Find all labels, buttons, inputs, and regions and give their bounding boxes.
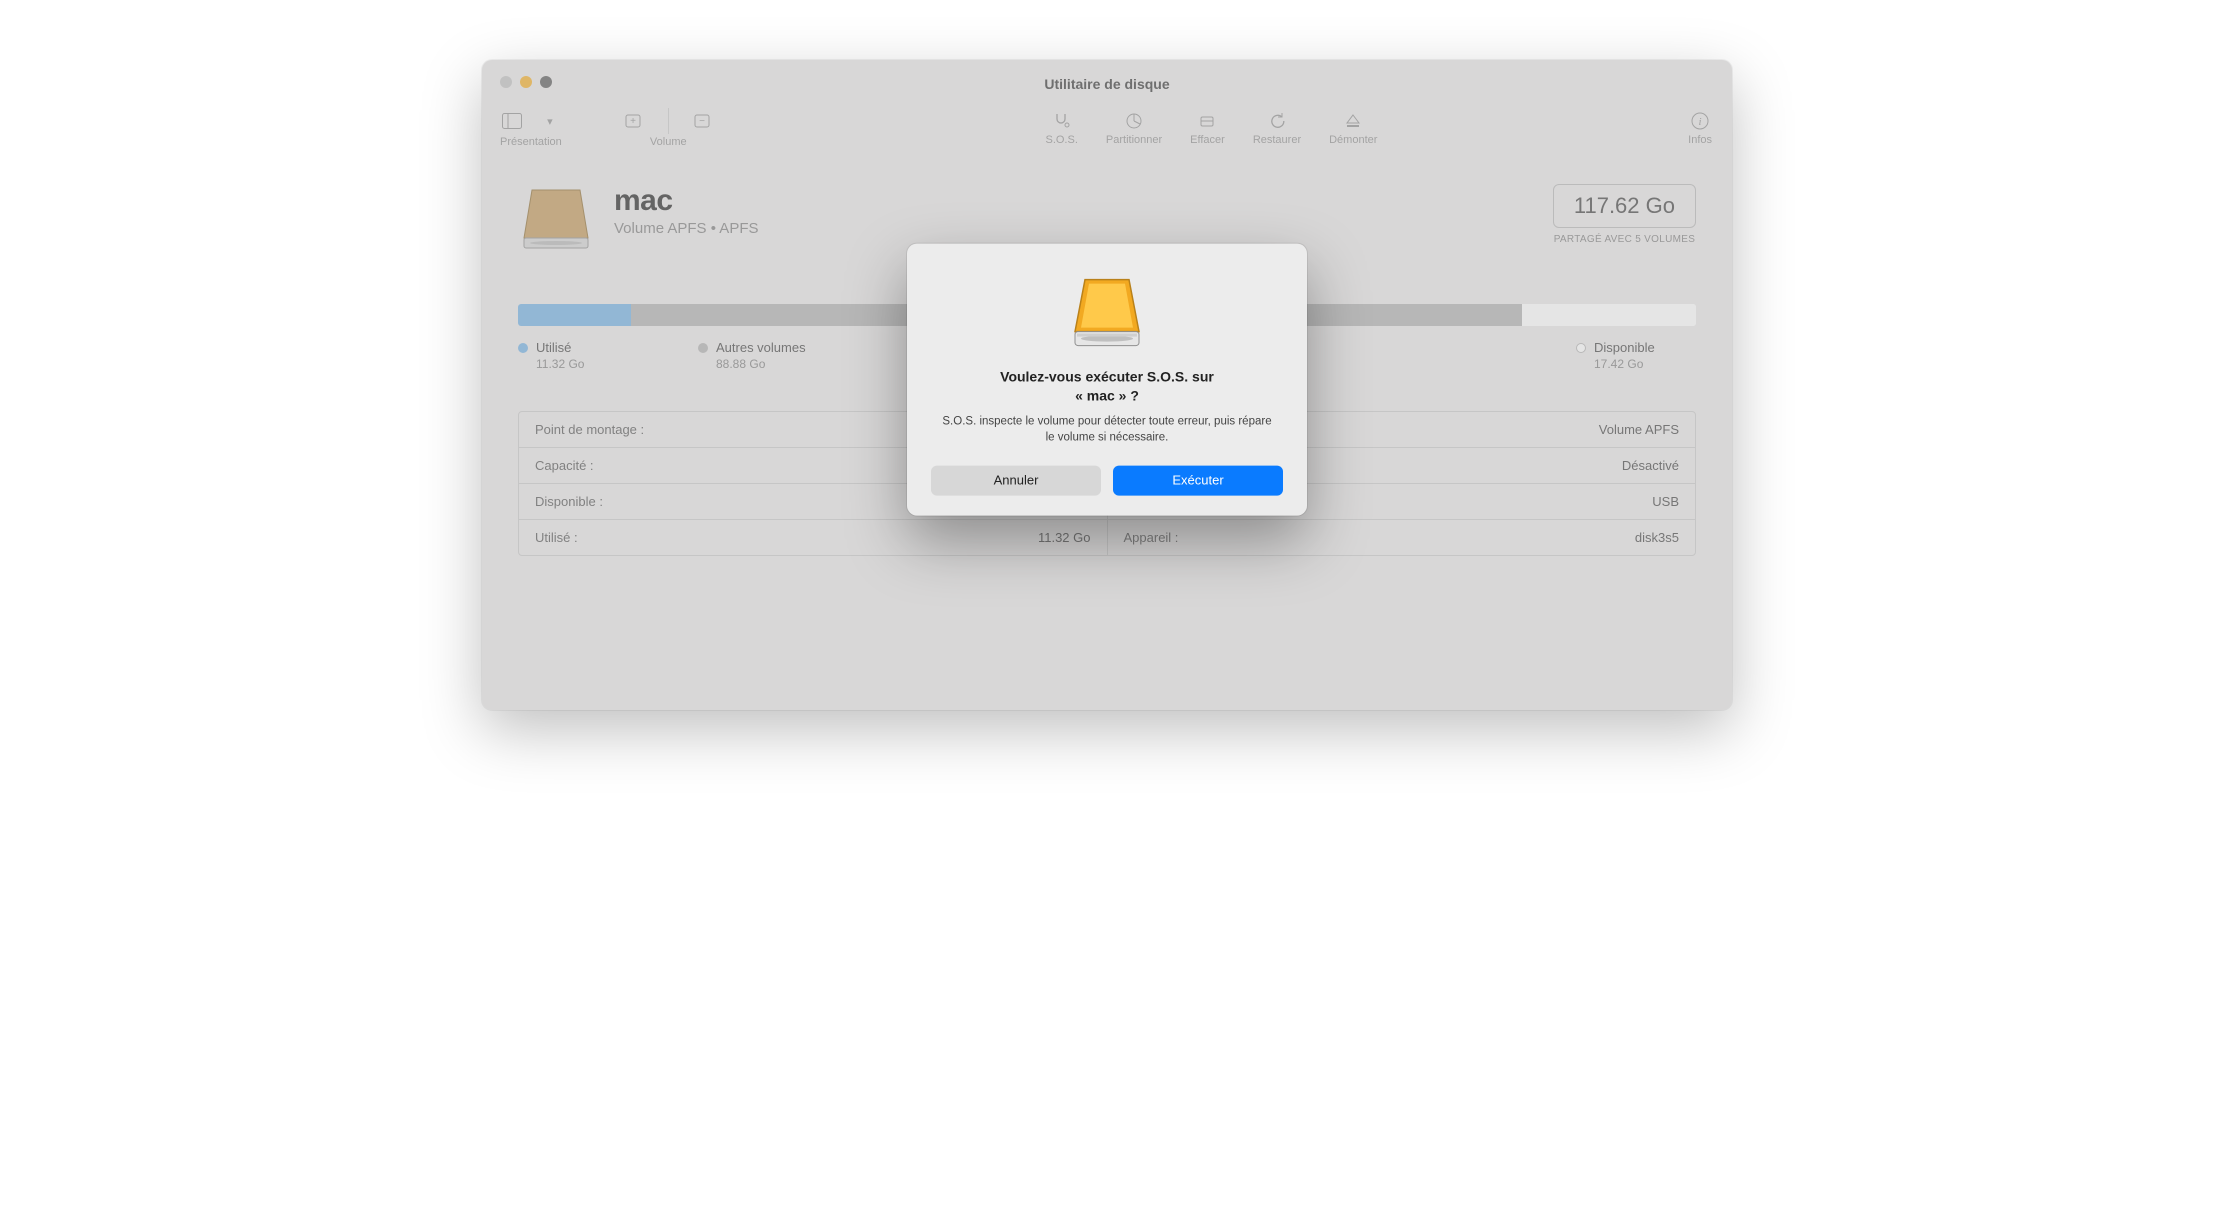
- volume-size-box: 117.62 Go: [1553, 184, 1696, 228]
- toolbar-partition-label: Partitionner: [1106, 134, 1162, 146]
- volume-shared-text: PARTAGÉ AVEC 5 VOLUMES: [1553, 234, 1696, 245]
- toolbar-sos[interactable]: S.O.S.: [1045, 108, 1077, 146]
- volume-subtitle: Volume APFS • APFS: [614, 220, 1533, 237]
- toolbar-presentation-label: Présentation: [500, 136, 562, 148]
- toolbar-center: S.O.S. Partitionner Effacer Restaurer: [735, 108, 1688, 146]
- legend-used: Utilisé 11.32 Go: [518, 340, 638, 371]
- restore-icon: [1267, 108, 1287, 134]
- legend-free: Disponible 17.42 Go: [1576, 340, 1696, 371]
- toolbar: ▾ Présentation + − Volume S.O.S.: [482, 108, 1732, 160]
- toolbar-erase[interactable]: Effacer: [1190, 108, 1225, 146]
- stethoscope-icon: [1052, 108, 1072, 134]
- toolbar-erase-label: Effacer: [1190, 134, 1225, 146]
- toolbar-partition[interactable]: Partitionner: [1106, 108, 1162, 146]
- usage-segment-free: [1522, 304, 1696, 326]
- dot-icon: [698, 343, 708, 353]
- pie-icon: [1124, 108, 1144, 134]
- usage-segment-used: [518, 304, 631, 326]
- eraser-icon: [1197, 108, 1217, 134]
- close-window-button[interactable]: [500, 76, 512, 88]
- minimize-window-button[interactable]: [520, 76, 532, 88]
- window-title: Utilitaire de disque: [1044, 76, 1169, 92]
- table-row: Utilisé :11.32 Go: [519, 520, 1107, 555]
- volume-remove-icon: −: [693, 111, 713, 131]
- drive-icon: [518, 184, 594, 254]
- disk-utility-window: Utilitaire de disque ▾ Présentation + −: [482, 60, 1732, 710]
- titlebar: Utilitaire de disque: [482, 60, 1732, 108]
- dialog-body: S.O.S. inspecte le volume pour détecter …: [931, 413, 1283, 445]
- table-row: Appareil :disk3s5: [1108, 520, 1696, 555]
- toolbar-volume[interactable]: + − Volume: [624, 108, 713, 148]
- toolbar-unmount-label: Démonter: [1329, 134, 1377, 146]
- window-controls: [500, 76, 552, 88]
- volume-name: mac: [614, 184, 1533, 218]
- info-icon: i: [1690, 108, 1710, 134]
- toolbar-restore-label: Restaurer: [1253, 134, 1301, 146]
- toolbar-info[interactable]: i Infos: [1688, 108, 1712, 146]
- legend-used-label: Utilisé: [536, 340, 571, 355]
- sos-confirm-dialog: Voulez-vous exécuter S.O.S. sur « mac » …: [907, 244, 1307, 516]
- legend-free-label: Disponible: [1594, 340, 1655, 355]
- toolbar-divider: [668, 108, 669, 134]
- eject-icon: [1343, 108, 1363, 134]
- sidebar-icon: [502, 111, 522, 131]
- toolbar-presentation[interactable]: ▾ Présentation: [500, 108, 562, 148]
- dialog-title: Voulez-vous exécuter S.O.S. sur « mac » …: [931, 368, 1283, 406]
- svg-text:+: +: [630, 116, 636, 127]
- toolbar-restore[interactable]: Restaurer: [1253, 108, 1301, 146]
- legend-free-value: 17.42 Go: [1594, 357, 1696, 371]
- volume-add-icon: +: [624, 111, 644, 131]
- dot-icon: [1576, 343, 1586, 353]
- toolbar-sos-label: S.O.S.: [1045, 134, 1077, 146]
- legend-other-label: Autres volumes: [716, 340, 806, 355]
- dot-icon: [518, 343, 528, 353]
- toolbar-volume-label: Volume: [650, 136, 687, 148]
- svg-text:i: i: [1699, 116, 1702, 128]
- fullscreen-window-button[interactable]: [540, 76, 552, 88]
- chevron-down-icon: ▾: [540, 111, 560, 131]
- run-button[interactable]: Exécuter: [1113, 466, 1283, 496]
- toolbar-info-label: Infos: [1688, 134, 1712, 146]
- svg-text:−: −: [699, 116, 705, 127]
- toolbar-unmount[interactable]: Démonter: [1329, 108, 1377, 146]
- legend-used-value: 11.32 Go: [536, 357, 638, 371]
- external-drive-icon: [1065, 272, 1149, 356]
- cancel-button[interactable]: Annuler: [931, 466, 1101, 496]
